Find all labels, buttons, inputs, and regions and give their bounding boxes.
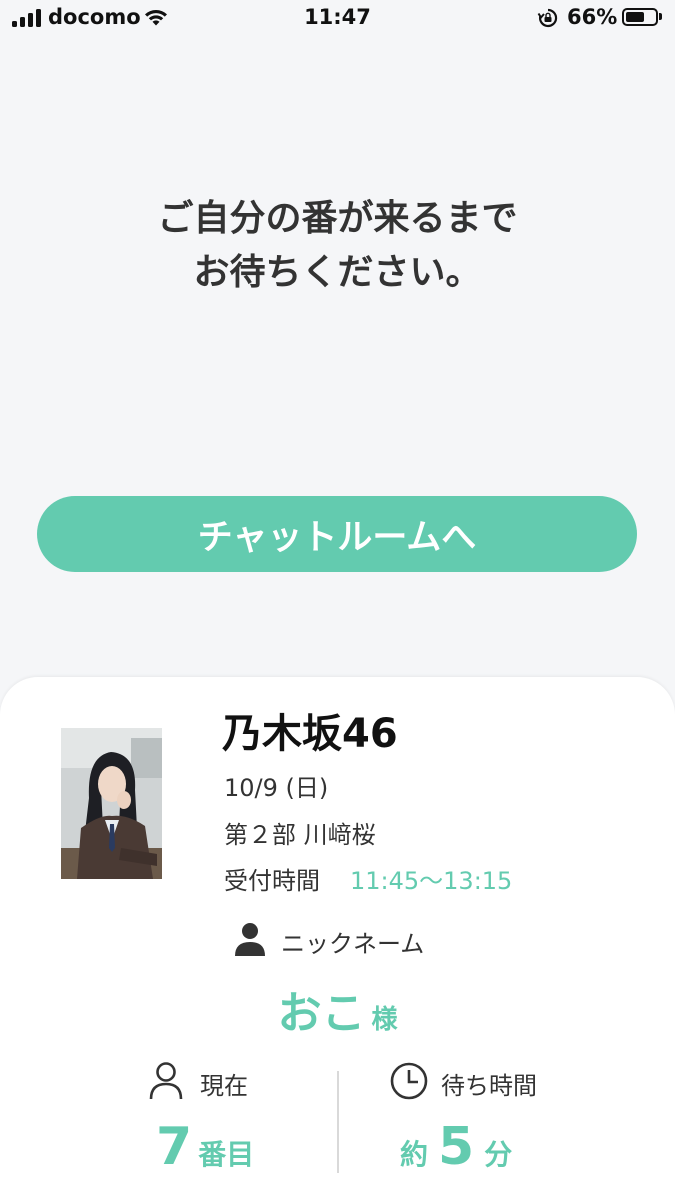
nickname-value: おこ様 (0, 977, 675, 1041)
current-number: 7 (156, 1117, 193, 1177)
wait-message-line2: お待ちください。 (193, 252, 482, 293)
wait-unit: 分 (484, 1138, 513, 1171)
member-photo (61, 728, 162, 879)
wait-message: ご自分の番が来るまで お待ちください。 (0, 192, 675, 300)
wait-time-value: 約 5 分 (400, 1117, 512, 1177)
wait-minutes: 5 (438, 1117, 475, 1177)
reception-label: 受付時間 (224, 867, 320, 895)
wait-prefix: 約 (400, 1138, 429, 1171)
rotation-lock-icon (537, 7, 559, 33)
status-bar: docomo 11:47 66% (0, 0, 675, 38)
current-unit: 番目 (198, 1138, 255, 1171)
clock-icon (389, 1061, 429, 1105)
nickname-name: おこ (277, 988, 366, 1039)
ticket-card: 乃木坂46 10/9 (日) 第２部 川﨑桜 受付時間 11:45〜13:15 … (0, 677, 675, 1200)
person-outline-icon (148, 1061, 184, 1105)
wait-label: 待ち時間 (441, 1071, 537, 1100)
divider (337, 1071, 339, 1173)
battery-cap (659, 13, 662, 20)
current-label: 現在 (200, 1071, 248, 1100)
session-info: 第２部 川﨑桜 (224, 821, 376, 849)
chat-room-button-label: チャットルームへ (197, 517, 477, 558)
wait-time-header: 待ち時間 (389, 1061, 537, 1105)
nickname-label: ニックネーム (281, 929, 425, 958)
nickname-honorific: 様 (371, 1005, 398, 1035)
battery-level (626, 12, 645, 22)
group-name: 乃木坂46 (222, 711, 398, 757)
current-position-header: 現在 (148, 1061, 248, 1105)
reception-row: 受付時間 11:45〜13:15 (224, 861, 512, 896)
person-filled-icon (233, 921, 267, 961)
chat-room-button[interactable]: チャットルームへ (37, 496, 637, 572)
battery-percent: 66% (567, 5, 618, 29)
current-position-value: 7 番目 (156, 1117, 254, 1177)
battery-icon (622, 8, 658, 26)
wait-message-line1: ご自分の番が来るまで (157, 198, 518, 239)
nickname-header: ニックネーム (233, 921, 424, 961)
reception-time: 11:45〜13:15 (350, 867, 513, 895)
event-date: 10/9 (日) (224, 774, 329, 802)
